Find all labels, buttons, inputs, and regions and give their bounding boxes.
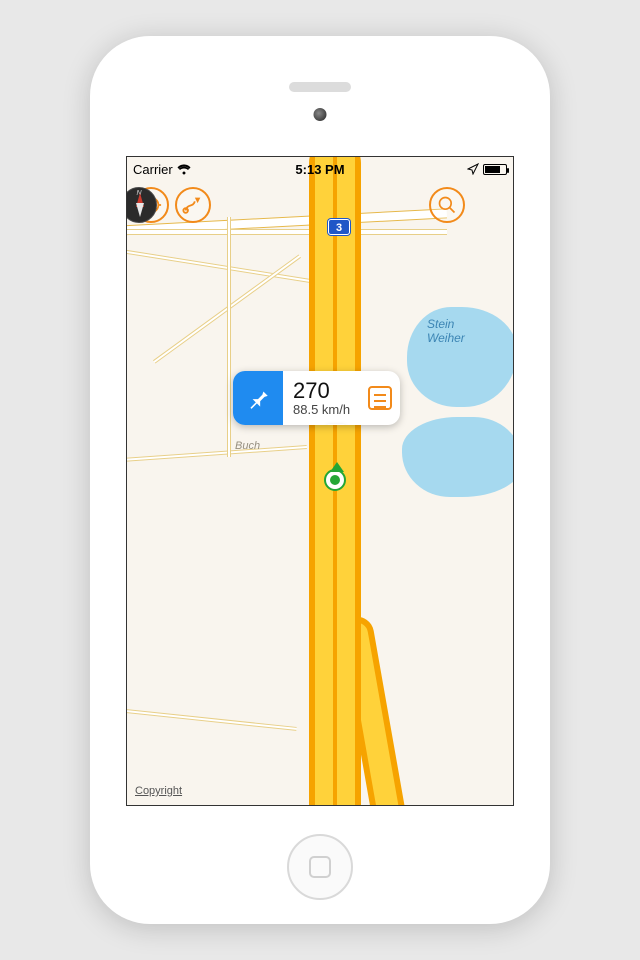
current-location-marker[interactable] [324, 469, 346, 491]
road [126, 707, 297, 731]
speed-value: 88.5 km/h [293, 403, 350, 417]
pin-button[interactable] [233, 371, 283, 425]
road [126, 229, 447, 235]
home-icon [309, 856, 331, 878]
list-icon [368, 386, 392, 410]
pin-icon [245, 385, 271, 411]
phone-frame: Stein Weiher Buch 3 [90, 36, 550, 924]
panel-tail [327, 424, 345, 425]
phone-camera [314, 108, 327, 121]
water-label: Stein Weiher [427, 317, 465, 345]
location-services-icon [467, 163, 479, 175]
map-view[interactable]: Stein Weiher Buch 3 [127, 157, 513, 805]
copyright-link[interactable]: Copyright [135, 785, 182, 797]
info-panel: 270 88.5 km/h [233, 371, 400, 425]
water-label-line1: Stein [427, 317, 454, 331]
water-label-line2: Weiher [427, 331, 465, 345]
route-number: 3 [336, 222, 342, 234]
heading-arrow-icon [330, 462, 344, 472]
status-bar: Carrier 5:13 PM [127, 157, 513, 181]
compass-needle-icon [136, 203, 144, 217]
route-shield: 3 [328, 219, 350, 235]
search-icon [437, 195, 457, 215]
road [227, 217, 231, 457]
road-label-buch: Buch [235, 440, 260, 452]
road [126, 445, 307, 463]
home-button[interactable] [287, 834, 353, 900]
phone-speaker [289, 82, 351, 92]
route-icon [182, 194, 204, 216]
lake-shape [402, 417, 514, 497]
location-dot-icon [330, 475, 340, 485]
search-button[interactable] [429, 187, 465, 223]
clock-label: 5:13 PM [295, 162, 344, 177]
wifi-icon [177, 164, 191, 175]
app-screen: Stein Weiher Buch 3 [126, 156, 514, 806]
heading-value: 270 [293, 379, 350, 403]
battery-icon [483, 164, 507, 175]
info-text: 270 88.5 km/h [283, 375, 360, 421]
carrier-label: Carrier [133, 162, 173, 177]
list-button[interactable] [360, 371, 400, 425]
track-button[interactable] [175, 187, 211, 223]
